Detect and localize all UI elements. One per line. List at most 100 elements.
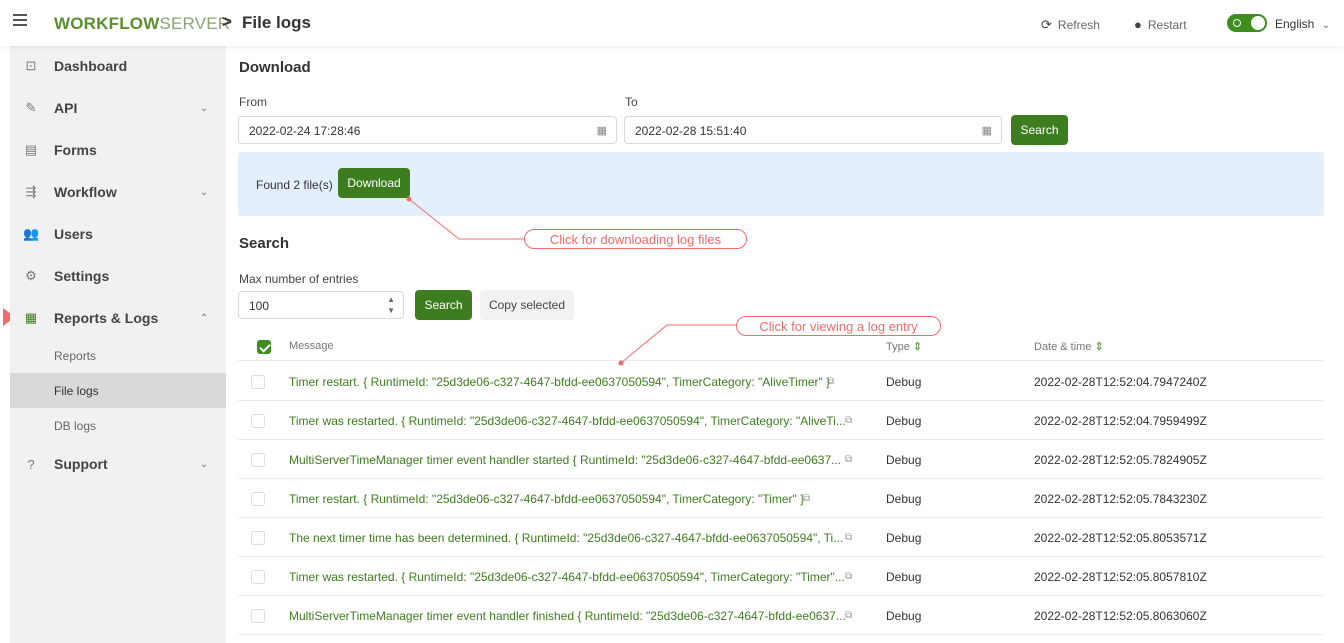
max-entries-label: Max number of entries (239, 272, 359, 286)
row-checkbox[interactable] (251, 492, 265, 506)
column-type[interactable]: Type ⇕ (886, 340, 922, 353)
log-message-link[interactable]: Timer restart. { RuntimeId: "25d3de06-c3… (289, 375, 830, 389)
copy-icon[interactable]: ⧉ (803, 493, 810, 504)
entry-hint-callout: Click for viewing a log entry (736, 316, 941, 336)
download-hint-callout: Click for downloading log files (524, 229, 747, 249)
theme-toggle[interactable] (1227, 14, 1267, 32)
language-select[interactable]: English ⌄ (1275, 17, 1330, 31)
sidebar-subitem-db-logs[interactable]: DB logs (10, 408, 226, 443)
sidebar-subitem-reports[interactable]: Reports (10, 338, 226, 373)
log-message-link[interactable]: The next timer time has been determined.… (289, 531, 843, 545)
page-title: File logs (242, 13, 311, 32)
row-checkbox[interactable] (251, 453, 265, 467)
to-date-input[interactable]: 2022-02-28 15:51:40 ▦ (624, 116, 1002, 144)
log-date: 2022-02-28T12:52:04.7959499Z (1034, 414, 1207, 428)
chevron-up-icon: ⌃ (200, 312, 209, 324)
calendar-icon[interactable]: ▦ (982, 124, 992, 137)
from-date-input[interactable]: 2022-02-24 17:28:46 ▦ (238, 116, 617, 144)
copy-icon[interactable]: ⧉ (827, 376, 834, 387)
row-checkbox[interactable] (251, 414, 265, 428)
refresh-icon: ⟳ (1041, 17, 1052, 32)
download-search-button[interactable]: Search (1011, 115, 1068, 145)
from-date-value: 2022-02-24 17:28:46 (249, 124, 361, 138)
sidebar-item-settings[interactable]: ⚙ Settings (10, 256, 226, 296)
sort-icon: ⇕ (1094, 341, 1104, 353)
gears-icon: ⚙ (25, 268, 37, 283)
log-message-link[interactable]: MultiServerTimeManager timer event handl… (289, 453, 841, 467)
row-checkbox[interactable] (251, 531, 265, 545)
found-files-panel: Found 2 file(s) Download (238, 152, 1324, 216)
copy-icon[interactable]: ⧉ (845, 415, 852, 426)
row-checkbox[interactable] (251, 609, 265, 623)
column-message: Message (289, 340, 334, 352)
log-message-link[interactable]: Timer was restarted. { RuntimeId: "25d3d… (289, 414, 846, 428)
form-icon: ▤ (24, 142, 38, 157)
to-label: To (625, 95, 638, 109)
row-checkbox[interactable] (251, 570, 265, 584)
log-message-link[interactable]: Timer was restarted. { RuntimeId: "25d3d… (289, 570, 845, 584)
chevron-down-icon: ⌄ (200, 186, 209, 198)
entries-search-button[interactable]: Search (415, 290, 472, 320)
log-type: Debug (886, 453, 922, 467)
sidebar-item-api[interactable]: ✎ API ⌄ (10, 88, 226, 128)
log-type: Debug (886, 531, 922, 545)
number-stepper-icon[interactable]: ▲ ▼ (387, 294, 395, 316)
copy-selected-button[interactable]: Copy selected (480, 290, 574, 320)
chevron-down-icon: ⌄ (200, 458, 209, 470)
max-entries-value: 100 (249, 299, 270, 313)
log-date: 2022-02-28T12:52:05.8053571Z (1034, 531, 1207, 545)
sidebar-item-workflow[interactable]: ⇶ Workflow ⌄ (10, 172, 226, 212)
logo-light-text: SERVER (159, 14, 231, 33)
column-date[interactable]: Date & time ⇕ (1034, 340, 1104, 353)
log-message-link[interactable]: MultiServerTimeManager timer event handl… (289, 609, 846, 623)
sidebar-item-dashboard[interactable]: ⊡ Dashboard (10, 46, 226, 86)
found-files-text: Found 2 file(s) (256, 178, 333, 192)
log-message-link[interactable]: Timer restart. { RuntimeId: "25d3de06-c3… (289, 492, 804, 506)
sidebar-item-forms[interactable]: ▤ Forms (10, 130, 226, 170)
sidebar-subitem-file-logs[interactable]: File logs (10, 373, 226, 408)
sidebar: ⊡ Dashboard ✎ API ⌄ ▤ Forms ⇶ Workflow ⌄… (10, 46, 226, 643)
log-date: 2022-02-28T12:52:05.7843230Z (1034, 492, 1207, 506)
log-date: 2022-02-28T12:52:05.8057810Z (1034, 570, 1207, 584)
table-row[interactable]: Timer restart. { RuntimeId: "25d3de06-c3… (238, 362, 1324, 401)
breadcrumb-separator: > (222, 12, 232, 31)
logo-bold-text: WORKFLOW (54, 14, 160, 33)
select-all-checkbox[interactable] (257, 340, 271, 354)
app-logo[interactable]: WORKFLOWSERVER (54, 14, 230, 34)
table-row[interactable]: Timer was restarted. { RuntimeId: "25d3d… (238, 401, 1324, 440)
refresh-button[interactable]: ⟳ Refresh (1041, 17, 1100, 33)
calendar-icon[interactable]: ▦ (597, 124, 607, 137)
refresh-label: Refresh (1057, 18, 1100, 32)
from-label: From (239, 95, 267, 109)
log-date: 2022-02-28T12:52:05.8063060Z (1034, 609, 1207, 623)
copy-icon[interactable]: ⧉ (845, 532, 852, 543)
hamburger-menu-icon[interactable] (13, 14, 27, 28)
chevron-down-icon: ⌄ (200, 102, 209, 114)
table-row[interactable]: Timer restart. { RuntimeId: "25d3de06-c3… (238, 479, 1324, 518)
sidebar-item-reports-logs[interactable]: ▦ Reports & Logs ⌃ (10, 298, 226, 338)
log-type: Debug (886, 570, 922, 584)
plug-icon: ✎ (25, 100, 37, 115)
sort-icon: ⇕ (912, 341, 923, 353)
copy-icon[interactable]: ⧉ (845, 571, 852, 582)
table-row[interactable]: Timer was restarted. { RuntimeId: "25d3d… (238, 557, 1324, 596)
restart-button[interactable]: ● Restart (1134, 17, 1187, 32)
sidebar-item-users[interactable]: 👥 Users (10, 214, 226, 254)
table-row[interactable]: MultiServerTimeManager timer event handl… (238, 440, 1324, 479)
language-label: English (1275, 17, 1315, 31)
main-content: Download From 2022-02-24 17:28:46 ▦ To 2… (226, 46, 1344, 643)
table-row[interactable]: The next timer time has been determined.… (238, 518, 1324, 557)
restart-label: Restart (1147, 17, 1187, 32)
sidebar-item-support[interactable]: ? Support ⌄ (10, 444, 226, 484)
log-date: 2022-02-28T12:52:04.7947240Z (1034, 375, 1207, 389)
search-title: Search (239, 235, 290, 252)
users-icon: 👥 (23, 226, 40, 241)
copy-icon[interactable]: ⧉ (845, 610, 852, 621)
log-date: 2022-02-28T12:52:05.7824905Z (1034, 453, 1207, 467)
max-entries-input[interactable]: 100 ▲ ▼ (238, 291, 404, 319)
table-row[interactable]: MultiServerTimeManager timer event handl… (238, 596, 1324, 635)
workflow-icon: ⇶ (25, 184, 37, 199)
copy-icon[interactable]: ⧉ (845, 454, 852, 465)
download-button[interactable]: Download (338, 168, 410, 198)
row-checkbox[interactable] (251, 375, 265, 389)
